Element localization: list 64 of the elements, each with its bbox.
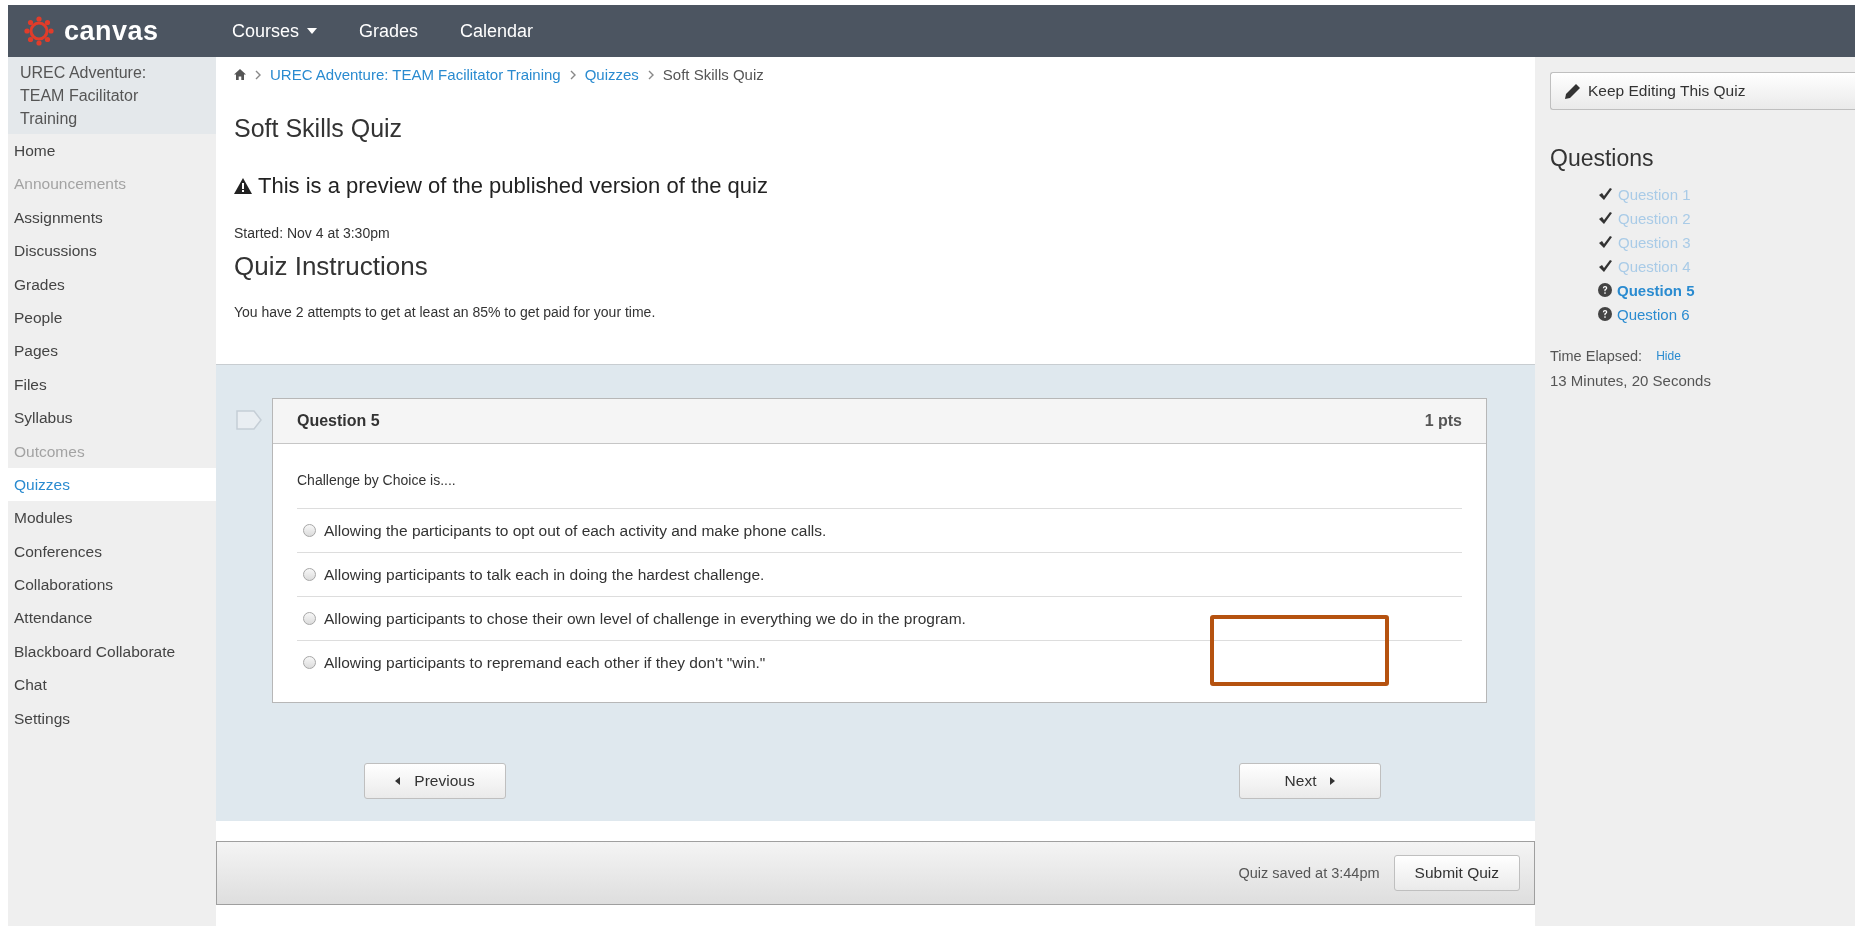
sidebar-item[interactable]: Pages [8,334,216,368]
answer-text: Allowing participants to chose their own level of challenge in everything we do in the program. [324,609,966,628]
radio-button[interactable] [303,568,316,581]
instructions-heading: Quiz Instructions [234,251,429,282]
sidebar-item[interactable]: Discussions [8,234,216,268]
started-time: Started: Nov 4 at 3:30pm [234,225,391,241]
sidebar-item[interactable]: Grades [8,267,216,301]
time-elapsed: 13 Minutes, 20 Seconds [1550,372,1712,389]
time-label: Time Elapsed: [1550,348,1643,364]
logo-icon [22,14,56,48]
sidebar-item[interactable]: Syllabus [8,401,216,435]
submit-button[interactable]: Submit Quiz [1393,855,1520,891]
question-mark-icon [1598,283,1612,297]
questions-heading: Questions [1550,145,1655,172]
breadcrumb-current[interactable]: Soft Skills Quiz [662,66,764,83]
preview-notice: This is a preview of the published version of the quiz [258,173,768,199]
sidebar-item[interactable]: Files [8,367,216,402]
caret-left-icon [395,777,401,785]
nav-link[interactable]: Grades [359,20,419,42]
radio-button[interactable] [303,612,316,625]
sidebar-item[interactable]: Modules [8,501,216,535]
saved-status: Quiz saved at 3:44pm [1238,865,1380,881]
next-button[interactable]: Next [1239,763,1381,799]
nav-link[interactable]: Calendar [460,20,534,42]
instructions-text: You have 2 attempts to get at least an 85% to get paid for your time. [234,304,657,320]
sidebar-item[interactable]: Blackboard Collaborate [8,634,216,669]
answer-text: Allowing participants to repremand each other if they don't "win." [324,653,766,672]
sidebar-item[interactable]: Attendance [8,601,216,635]
radio-button[interactable] [303,656,316,669]
question-points: 1 pts [1424,412,1462,430]
quiz-title: Soft Skills Quiz [234,114,404,143]
course-title: UREC Adventure: TEAM Facilitator Training [8,57,216,134]
check-icon [1598,187,1613,201]
nav-link[interactable]: Courses [232,20,318,42]
radio-button[interactable] [303,524,316,537]
chevron-icon [647,69,654,80]
sidebar-item[interactable]: Collaborations [8,568,216,602]
check-icon [1598,235,1613,249]
flag-icon[interactable] [236,410,262,430]
chevron-icon [255,69,261,80]
edit-quiz-button[interactable]: Keep Editing This Quiz [1550,72,1855,110]
previous-button[interactable]: Previous [364,763,506,799]
chevron-icon [569,69,576,80]
sidebar-item[interactable]: Settings [8,701,216,736]
logo-text: canvas [64,15,159,47]
check-icon [1598,211,1613,225]
caret-right-icon [1330,777,1336,785]
question-mark-icon [1598,307,1612,321]
check-icon [1598,259,1613,273]
question-prompt: Challenge by Choice is.... [297,472,457,488]
pencil-icon [1565,83,1580,99]
question-title: Question 5 [297,412,380,430]
sidebar-item[interactable]: Assignments [8,200,216,235]
sidebar-item[interactable]: Home [8,134,216,168]
sidebar-item[interactable]: Conferences [8,534,216,569]
breadcrumb-link[interactable]: UREC Adventure: TEAM Facilitator Training [270,66,561,83]
sidebar-item[interactable]: People [8,300,216,335]
sidebar-item[interactable]: Chat [8,668,216,702]
home-icon[interactable] [234,69,246,80]
warning-icon [234,178,252,194]
sidebar-item[interactable]: Quizzes [8,467,216,502]
breadcrumb-link[interactable]: Quizzes [584,66,639,83]
answer-text: Allowing the participants to opt out of each activity and make phone calls. [324,521,827,540]
answer-text: Allowing participants to talk each in doing the hardest challenge. [324,565,765,584]
